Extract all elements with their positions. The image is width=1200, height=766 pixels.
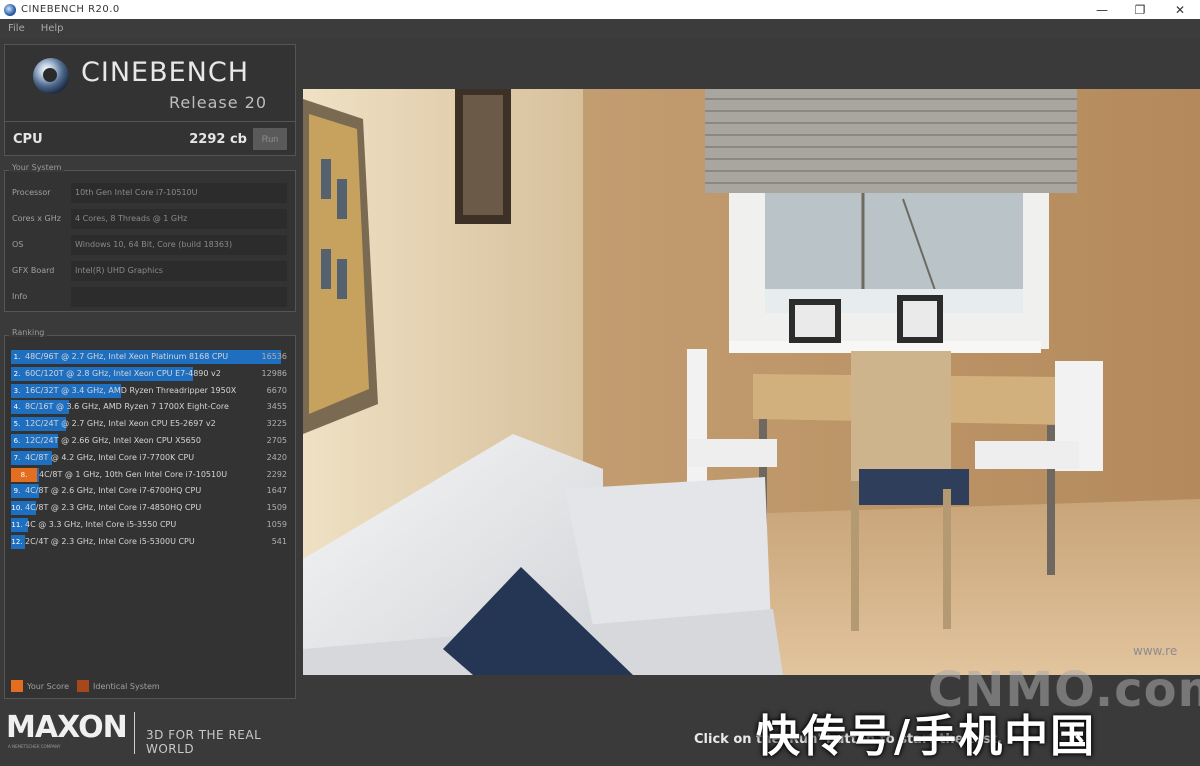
your-system-title: Your System: [9, 163, 65, 172]
system-row-gfx: GFX Board Intel(R) UHD Graphics: [5, 261, 295, 283]
system-row-info: Info: [5, 287, 295, 309]
system-key: Info: [12, 292, 28, 301]
menu-help[interactable]: Help: [41, 23, 64, 34]
system-value: Intel(R) UHD Graphics: [71, 261, 287, 281]
ranking-score: 12986: [261, 368, 287, 378]
system-key: GFX Board: [12, 266, 55, 275]
ranking-row[interactable]: 12. 2C/4T @ 2.3 GHz, Intel Core i5-5300U …: [11, 534, 287, 549]
system-row-cores: Cores x GHz 4 Cores, 8 Threads @ 1 GHz: [5, 209, 295, 231]
ranking-legend: Your Score Identical System: [11, 680, 160, 692]
ranking-position: 7.: [11, 450, 23, 465]
release-label: Release 20: [169, 93, 267, 112]
cpu-test-row: CPU 2292 cb Run: [5, 121, 295, 155]
logo-panel: CINEBENCH Release 20 CPU 2292 cb Run: [4, 44, 296, 156]
brand-name: CINEBENCH: [81, 57, 250, 88]
minimize-button[interactable]: —: [1082, 0, 1122, 19]
menu-file[interactable]: File: [8, 23, 25, 34]
ranking-position: 1.: [11, 350, 23, 364]
ranking-score: 3225: [266, 419, 287, 429]
system-value: 10th Gen Intel Core i7-10510U: [71, 183, 287, 203]
ranking-position: 5.: [11, 417, 23, 432]
legend-identical-system: Identical System: [93, 681, 160, 691]
ranking-cpu-label: 4C @ 3.3 GHz, Intel Core i5-3550 CPU: [25, 520, 177, 529]
ranking-score: 1059: [266, 520, 287, 529]
cinebench-logo-icon: [33, 58, 69, 94]
system-row-os: OS Windows 10, 64 Bit, Core (build 18363…: [5, 235, 295, 257]
ranking-score: 2705: [266, 436, 287, 445]
ranking-position: 9.: [11, 484, 23, 499]
source-watermark: 快传号/手机中国: [756, 711, 1097, 762]
ranking-row-your-system[interactable]: 8. 4C/8T @ 1 GHz, 10th Gen Intel Core i7-…: [11, 467, 287, 482]
ranking-row[interactable]: 1. 48C/96T @ 2.7 GHz, Intel Xeon Platinum…: [11, 350, 287, 364]
render-viewport: www.re: [303, 89, 1200, 675]
identical-system-swatch: [77, 680, 90, 692]
maxon-logo: MAXON: [6, 710, 128, 745]
system-value: 4 Cores, 8 Threads @ 1 GHz: [71, 209, 287, 229]
title-bar: CINEBENCH R20.0 — ❐ ✕: [0, 0, 1200, 19]
your-system-panel: Your System Processor 10th Gen Intel Cor…: [4, 163, 296, 312]
ranking-score: 3455: [266, 402, 287, 412]
ranking-cpu-label: 12C/24T @ 2.66 GHz, Intel Xeon CPU X5650: [25, 436, 201, 445]
run-button[interactable]: Run: [253, 128, 287, 150]
ranking-row[interactable]: 5. 12C/24T @ 2.7 GHz, Intel Xeon CPU E5-2…: [11, 417, 287, 432]
ranking-title: Ranking: [9, 328, 48, 337]
ranking-score: 2420: [266, 452, 287, 462]
ranking-position: 12.: [11, 534, 23, 549]
window-title: CINEBENCH R20.0: [21, 4, 120, 15]
ranking-row[interactable]: 7. 4C/8T @ 4.2 GHz, Intel Core i7-7700K C…: [11, 450, 287, 465]
ranking-cpu-label: 12C/24T @ 2.7 GHz, Intel Xeon CPU E5-269…: [25, 419, 216, 429]
system-key: OS: [12, 240, 24, 249]
left-panel: CINEBENCH Release 20 CPU 2292 cb Run You…: [4, 42, 296, 702]
ranking-row[interactable]: 2. 60C/120T @ 2.8 GHz, Intel Xeon CPU E7-…: [11, 366, 287, 381]
ranking-row[interactable]: 10. 4C/8T @ 2.3 GHz, Intel Core i7-4850HQ…: [11, 501, 287, 516]
maxon-subtitle: A NEMETSCHEK COMPANY: [8, 744, 61, 749]
system-key: Cores x GHz: [12, 214, 61, 223]
cpu-label: CPU: [13, 132, 43, 147]
ranking-position: 8.: [11, 467, 37, 482]
ranking-score: 541: [271, 536, 287, 546]
menu-bar: File Help: [0, 19, 1200, 38]
ranking-position: 10.: [11, 501, 23, 516]
ranking-cpu-label: 16C/32T @ 3.4 GHz, AMD Ryzen Threadrippe…: [25, 385, 237, 395]
ranking-row[interactable]: 6. 12C/24T @ 2.66 GHz, Intel Xeon CPU X56…: [11, 434, 287, 448]
your-score-swatch: [11, 680, 23, 692]
ranking-position: 6.: [11, 434, 23, 448]
ranking-panel: Ranking 1. 48C/96T @ 2.7 GHz, Intel Xeon …: [4, 328, 296, 699]
ranking-score: 2292: [266, 469, 287, 479]
ranking-row[interactable]: 3. 16C/32T @ 3.4 GHz, AMD Ryzen Threadrip…: [11, 383, 287, 398]
maxon-footer: MAXON A NEMETSCHEK COMPANY 3D FOR THE RE…: [4, 708, 296, 762]
ranking-position: 11.: [11, 518, 23, 532]
system-value: Windows 10, 64 Bit, Core (build 18363): [71, 235, 287, 255]
cpu-score: 2292 cb: [189, 132, 247, 147]
info-field[interactable]: [71, 287, 287, 307]
ranking-cpu-label: 4C/8T @ 2.3 GHz, Intel Core i7-4850HQ CP…: [25, 503, 202, 513]
ranking-row[interactable]: 11. 4C @ 3.3 GHz, Intel Core i5-3550 CPU 1…: [11, 518, 287, 532]
ranking-score: 16536: [261, 352, 287, 361]
ranking-cpu-label: 4C/8T @ 4.2 GHz, Intel Core i7-7700K CPU: [25, 452, 195, 462]
ranking-score: 6670: [266, 385, 287, 395]
ranking-position: 3.: [11, 383, 23, 398]
ranking-cpu-label: 60C/120T @ 2.8 GHz, Intel Xeon CPU E7-48…: [25, 368, 221, 378]
render-watermark: www.re: [1133, 644, 1177, 658]
legend-your-score: Your Score: [27, 681, 70, 691]
ranking-cpu-label: 4C/8T @ 1 GHz, 10th Gen Intel Core i7-10…: [39, 469, 228, 479]
close-button[interactable]: ✕: [1160, 0, 1200, 19]
ranking-position: 4.: [11, 400, 23, 415]
ranking-cpu-label: 2C/4T @ 2.3 GHz, Intel Core i5-5300U CPU: [25, 536, 195, 546]
maxon-tagline: 3D FOR THE REAL WORLD: [146, 728, 262, 756]
ranking-position: 2.: [11, 366, 23, 381]
ranking-cpu-label: 4C/8T @ 2.6 GHz, Intel Core i7-6700HQ CP…: [25, 486, 202, 496]
ranking-row[interactable]: 4. 8C/16T @ 3.6 GHz, AMD Ryzen 7 1700X Ei…: [11, 400, 287, 415]
ranking-score: 1647: [266, 486, 287, 496]
footer-divider: [134, 712, 135, 754]
ranking-row[interactable]: 9. 4C/8T @ 2.6 GHz, Intel Core i7-6700HQ …: [11, 484, 287, 499]
maximize-button[interactable]: ❐: [1120, 0, 1160, 19]
room-render-image: www.re: [303, 89, 1200, 675]
ranking-cpu-label: 8C/16T @ 3.6 GHz, AMD Ryzen 7 1700X Eigh…: [25, 402, 229, 412]
ranking-score: 1509: [266, 503, 287, 513]
system-row-processor: Processor 10th Gen Intel Core i7-10510U: [5, 183, 295, 205]
system-key: Processor: [12, 188, 51, 197]
cinebench-app-icon: [4, 3, 16, 16]
ranking-cpu-label: 48C/96T @ 2.7 GHz, Intel Xeon Platinum 8…: [25, 352, 229, 361]
